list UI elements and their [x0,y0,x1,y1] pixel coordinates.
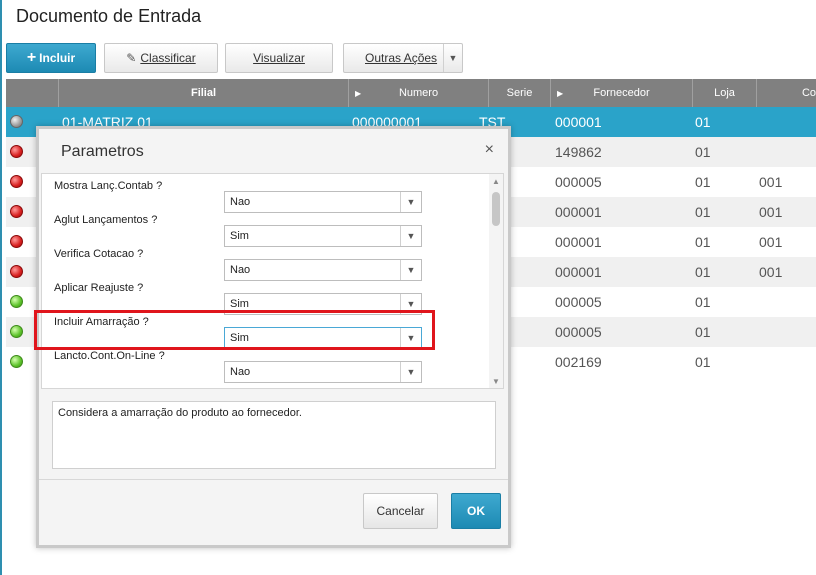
parameter-list: Mostra Lanç.Contab ? Nao ▼ Aglut Lançame… [41,173,504,389]
cell-loja: 01 [695,174,711,190]
cell-loja: 01 [695,144,711,160]
chevron-down-icon[interactable]: ▼ [443,44,462,72]
classificar-button[interactable]: ✎ Classificar [104,43,218,73]
param-label: Lancto.Cont.On-Line ? [54,350,165,362]
cell-fornecedor: 002169 [555,354,602,370]
chevron-down-icon[interactable]: ▼ [400,362,421,382]
param-select[interactable]: Nao ▼ [224,259,422,281]
cell-fornecedor: 000001 [555,234,602,250]
cell-loja: 01 [695,324,711,340]
param-row: Verifica Cotacao ? Nao ▼ [42,248,490,282]
outras-acoes-button[interactable]: Outras Ações ▼ [343,43,463,73]
status-red-icon [10,235,23,248]
cell-fornecedor: 000001 [555,264,602,280]
outras-acoes-label: Outras Ações [365,51,438,65]
cell-loja: 01 [695,264,711,280]
param-row: Mostra Lanç.Contab ? Nao ▼ [42,180,490,214]
visualizar-button[interactable]: Visualizar [225,43,333,73]
cell-co: 001 [759,174,783,190]
close-icon[interactable]: × [485,141,494,159]
cell-loja: 01 [695,354,711,370]
cell-co: 001 [759,204,783,220]
cell-co: 001 [759,264,783,280]
chevron-down-icon[interactable]: ▼ [400,226,421,246]
cancel-button[interactable]: Cancelar [363,493,438,529]
status-red-icon [10,145,23,158]
column-filial[interactable]: Filial [58,79,348,107]
classificar-label: Classificar [140,51,196,65]
left-edge-bar [0,0,2,575]
param-select[interactable]: Sim ▼ [224,225,422,247]
status-red-icon [10,205,23,218]
param-label: Mostra Lanç.Contab ? [54,180,163,192]
grid-header: Filial ▶ Numero Serie ▶ Fornecedor Loja … [6,79,816,107]
column-fornecedor-label: Fornecedor [593,87,650,99]
param-select[interactable]: Nao ▼ [224,361,422,383]
status-green-icon [10,325,23,338]
param-label: Aglut Lançamentos ? [54,214,158,226]
ok-button[interactable]: OK [451,493,501,529]
scroll-up-icon[interactable]: ▲ [489,174,503,188]
param-value: Sim [230,230,249,242]
param-label: Verifica Cotacao ? [54,248,144,260]
status-green-icon [10,355,23,368]
chevron-down-icon[interactable]: ▼ [400,260,421,280]
cell-fornecedor: 000005 [555,174,602,190]
param-label: Aplicar Reajuste ? [54,282,144,294]
param-value: Nao [230,196,251,208]
divider [39,479,508,480]
cell-fornecedor: 000001 [555,114,602,130]
cell-fornecedor: 000005 [555,294,602,310]
param-value: Nao [230,366,251,378]
status-green-icon [10,295,23,308]
cell-loja: 01 [695,204,711,220]
param-value: Sim [230,298,249,310]
param-value: Nao [230,264,251,276]
visualizar-label: Visualizar [253,51,305,65]
page-title: Documento de Entrada [16,6,202,26]
cell-loja: 01 [695,114,711,130]
cell-co: 001 [759,234,783,250]
dialog-title: Parametros [61,143,144,160]
highlight-annotation [34,310,435,350]
cell-fornecedor: 000005 [555,324,602,340]
cell-fornecedor: 000001 [555,204,602,220]
help-text: Considera a amarração do produto ao forn… [52,401,496,469]
scroll-down-icon[interactable]: ▼ [489,374,503,388]
status-red-icon [10,265,23,278]
column-status [6,79,58,107]
column-numero[interactable]: ▶ Numero [348,79,488,107]
cell-loja: 01 [695,234,711,250]
column-serie[interactable]: Serie [488,79,550,107]
plus-icon: + [26,49,37,66]
incluir-label: Incluir [39,51,76,65]
param-select[interactable]: Nao ▼ [224,191,422,213]
chevron-down-icon[interactable]: ▼ [400,192,421,212]
pencil-icon: ✎ [126,51,137,65]
sort-arrow-icon: ▶ [557,88,564,98]
status-gray-icon [10,115,23,128]
column-co[interactable]: Co [756,79,816,107]
cell-loja: 01 [695,294,711,310]
scroll-thumb[interactable] [492,192,500,226]
param-row: Aglut Lançamentos ? Sim ▼ [42,214,490,248]
cell-fornecedor: 149862 [555,144,602,160]
incluir-button[interactable]: + Incluir [6,43,96,73]
status-red-icon [10,175,23,188]
column-loja[interactable]: Loja [692,79,756,107]
param-row: Lancto.Cont.On-Line ? Nao ▼ [42,350,490,384]
scrollbar[interactable]: ▲ ▼ [489,174,503,388]
column-fornecedor[interactable]: ▶ Fornecedor [550,79,692,107]
sort-arrow-icon: ▶ [355,88,362,98]
column-numero-label: Numero [398,87,439,99]
